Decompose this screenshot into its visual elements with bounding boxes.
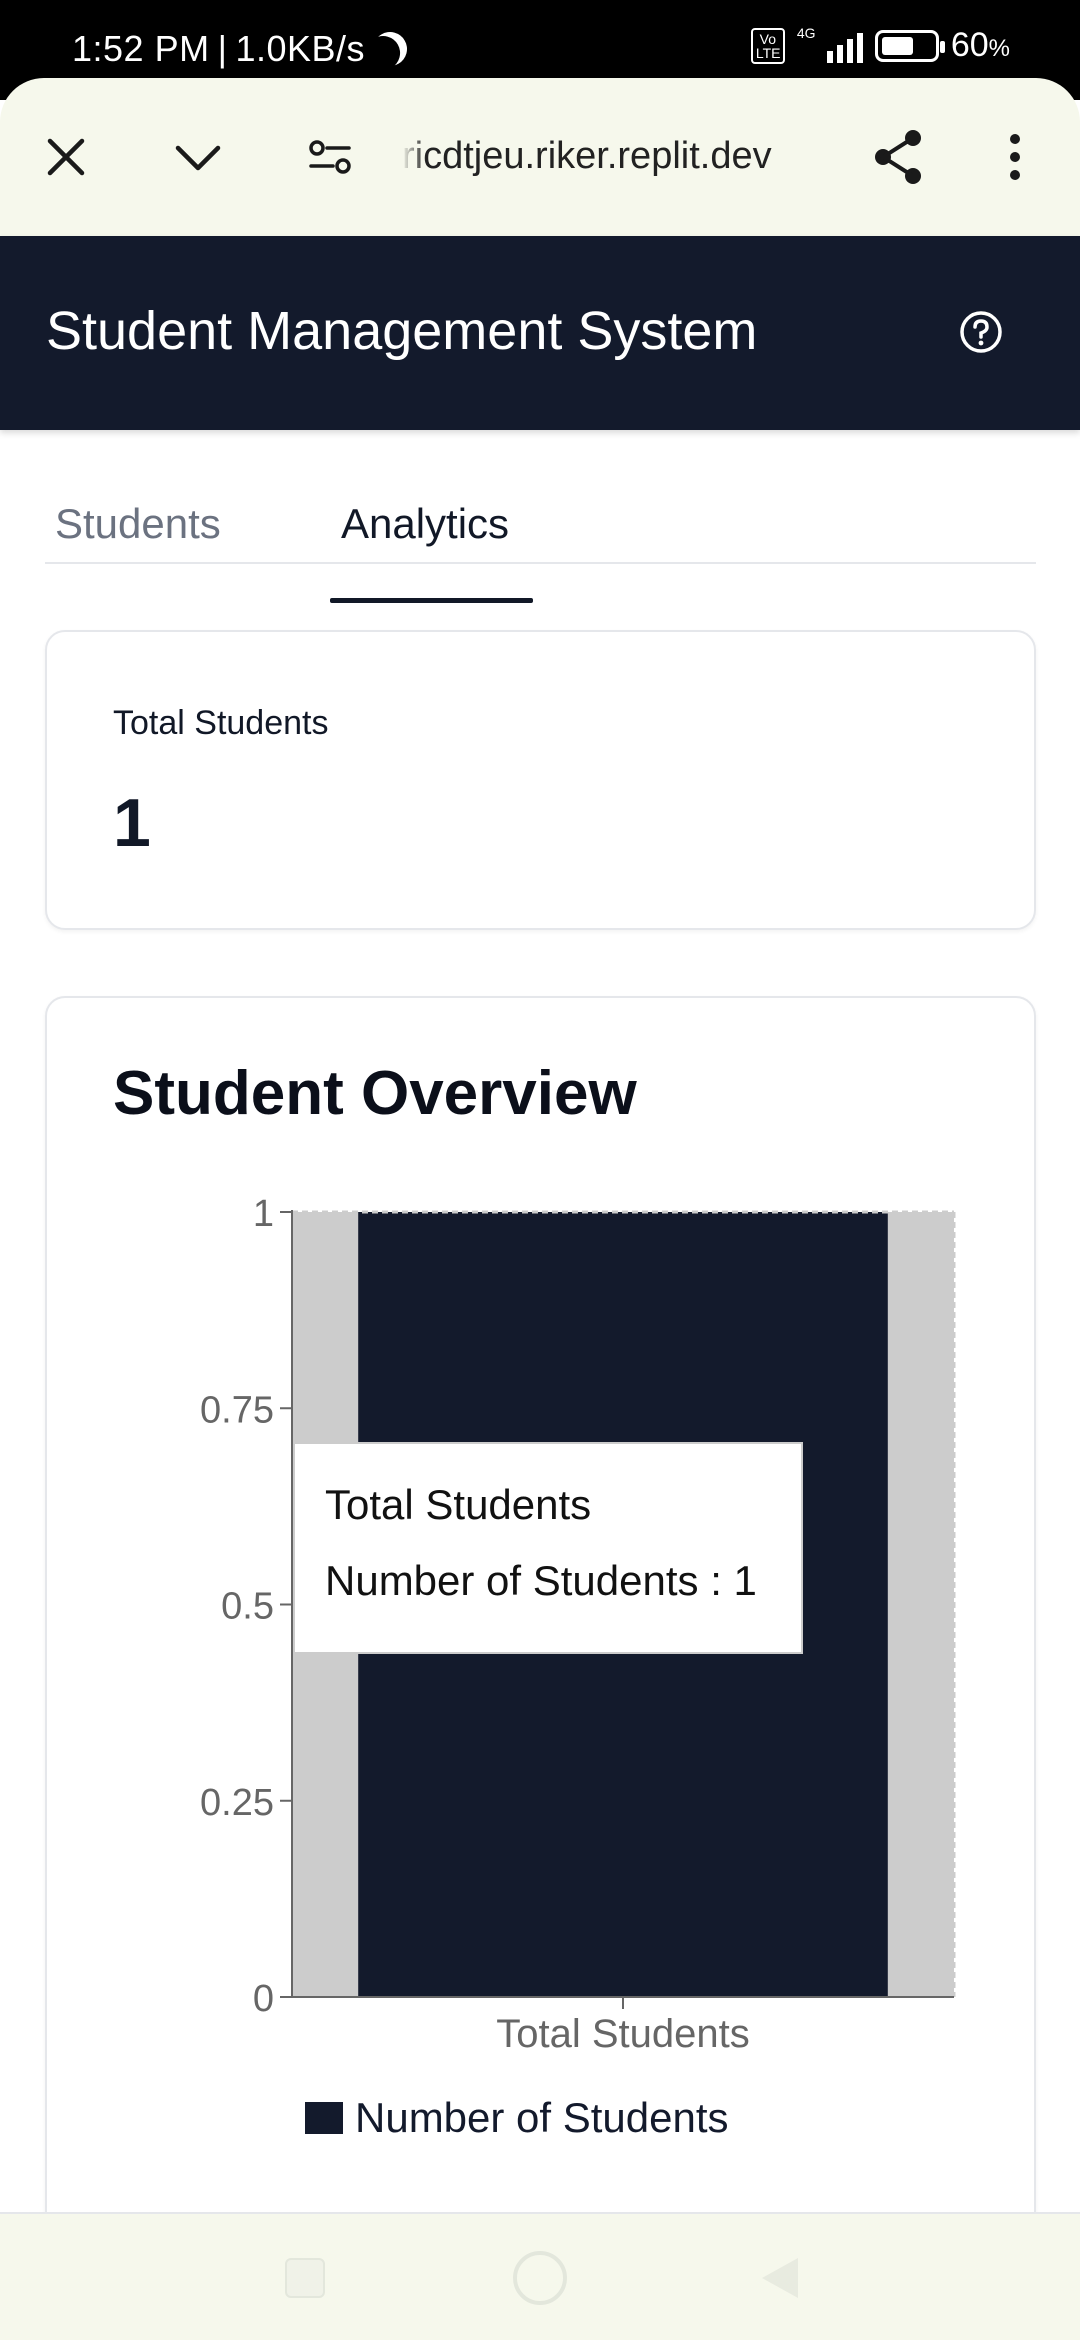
share-icon[interactable] — [858, 78, 938, 236]
url-fade — [402, 126, 426, 186]
home-circle-icon[interactable] — [505, 2214, 575, 2340]
tab-students[interactable]: Students — [55, 500, 221, 548]
y-tick-label: 0.5 — [221, 1586, 274, 1628]
total-students-value: 1 — [113, 785, 151, 861]
battery-fill — [881, 36, 913, 55]
more-vert-icon[interactable] — [990, 78, 1040, 236]
total-students-label: Total Students — [113, 704, 329, 742]
y-tick-label: 0 — [253, 1978, 274, 2020]
legend-label: Number of Students — [355, 2094, 729, 2141]
tab-analytics[interactable]: Analytics — [341, 500, 509, 548]
legend-swatch — [305, 2102, 343, 2134]
x-tick-label: Total Students — [496, 2012, 750, 2056]
tooltip-item: Number of Students : 1 — [325, 1557, 757, 1604]
status-right: Vo LTE 4G 60% — [750, 25, 1010, 65]
active-tab-indicator — [330, 598, 533, 603]
battery-percent: 60% — [950, 26, 1010, 64]
tooltip-label: Total Students — [325, 1481, 592, 1528]
battery-icon — [874, 29, 945, 62]
network-type: 4G — [796, 24, 816, 41]
help-circle-icon[interactable] — [959, 310, 1003, 359]
chevron-down-icon[interactable] — [158, 78, 238, 236]
y-tick-label: 0.25 — [200, 1782, 274, 1824]
y-tick-label: 0.75 — [200, 1389, 274, 1431]
do-not-disturb-icon — [367, 26, 413, 72]
back-triangle-icon[interactable] — [745, 2214, 815, 2340]
status-separator: | — [217, 28, 228, 69]
tab-bar: Students Analytics — [45, 490, 1036, 564]
page-title: Student Management System — [46, 301, 758, 361]
signal-icon: 4G — [797, 25, 863, 63]
total-students-card: Total Students 1 — [45, 630, 1036, 930]
status-network-speed: 1.0KB/s — [235, 28, 366, 69]
volte-icon: Vo LTE — [750, 27, 785, 64]
address-bar-url[interactable]: ricdtjeu.riker.replit.dev — [402, 126, 834, 186]
chart-legend[interactable]: Number of Students — [305, 2094, 729, 2142]
app-header: Student Management System — [0, 236, 1080, 430]
close-icon[interactable] — [26, 78, 106, 236]
chart-tooltip: Total Students Number of Students : 1 — [293, 1442, 803, 1654]
student-overview-card: Student Overview Total Students 0 0.25 0.5 0… — [45, 996, 1036, 2326]
browser-toolbar: ricdtjeu.riker.replit.dev — [0, 78, 1080, 236]
status-time: 1:52 PM — [72, 28, 210, 69]
y-tick-label: 1 — [253, 1193, 274, 1235]
system-nav-bar — [0, 2212, 1080, 2340]
status-left: 1:52 PM | 1.0KB/s — [72, 28, 407, 70]
recents-square-icon[interactable] — [270, 2214, 340, 2340]
site-settings-icon[interactable] — [290, 78, 370, 236]
